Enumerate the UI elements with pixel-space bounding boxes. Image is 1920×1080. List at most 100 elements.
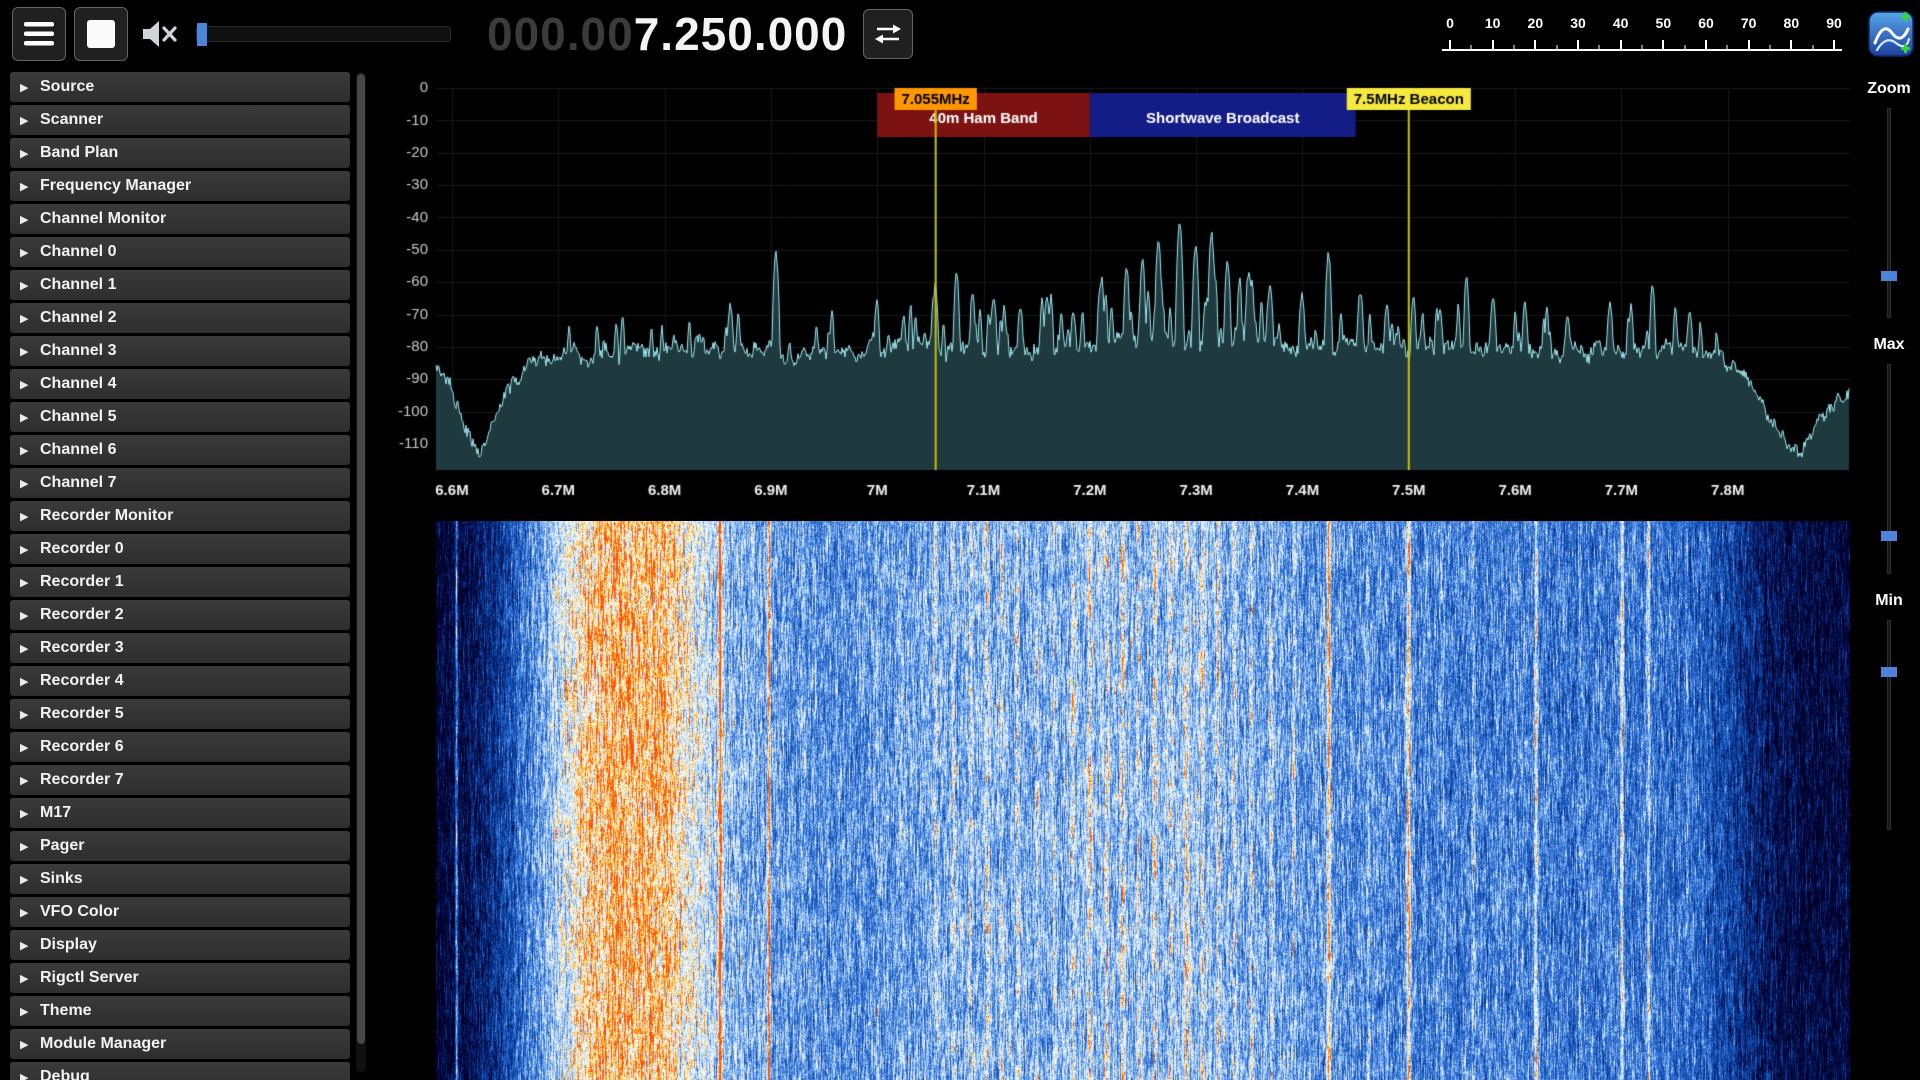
hamburger-menu-icon: [24, 21, 54, 47]
sidebar-item-label: Channel 4: [40, 375, 116, 393]
sidebar-item-channel-6[interactable]: ▶Channel 6: [10, 435, 350, 465]
min-slider-handle[interactable]: [1881, 667, 1897, 677]
sidebar-item-recorder-0[interactable]: ▶Recorder 0: [10, 534, 350, 564]
sidebar-item-label: Recorder 4: [40, 672, 124, 690]
snr-meter-tick-label: 10: [1485, 15, 1501, 31]
max-slider-handle[interactable]: [1881, 531, 1897, 541]
sidebar-item-channel-monitor[interactable]: ▶Channel Monitor: [10, 204, 350, 234]
sidebar-item-label: Channel 1: [40, 276, 116, 294]
chevron-right-icon: ▶: [20, 741, 40, 754]
snr-meter-tick-label: 20: [1528, 15, 1544, 31]
chevron-right-icon: ▶: [20, 510, 40, 523]
sidebar-item-channel-4[interactable]: ▶Channel 4: [10, 369, 350, 399]
sidebar-item-pager[interactable]: ▶Pager: [10, 831, 350, 861]
menu-button[interactable]: [12, 7, 66, 61]
sidebar-item-channel-1[interactable]: ▶Channel 1: [10, 270, 350, 300]
waterfall[interactable]: [372, 521, 1858, 1080]
sidebar-item-display[interactable]: ▶Display: [10, 930, 350, 960]
sidebar-scrollbar[interactable]: [356, 72, 366, 1072]
min-label: Min: [1858, 592, 1920, 610]
sidebar-item-label: M17: [40, 804, 71, 822]
frequency-dim-digits: 000.00: [487, 8, 634, 60]
chevron-right-icon: ▶: [20, 675, 40, 688]
frequency-display[interactable]: 000.007.250.000: [487, 7, 847, 61]
chevron-right-icon: ▶: [20, 774, 40, 787]
sidebar-item-label: Frequency Manager: [40, 177, 191, 195]
chevron-right-icon: ▶: [20, 312, 40, 325]
sidebar-item-m17[interactable]: ▶M17: [10, 798, 350, 828]
sidebar-item-channel-7[interactable]: ▶Channel 7: [10, 468, 350, 498]
sidebar-item-label: Debug: [40, 1068, 90, 1080]
zoom-slider[interactable]: [1887, 108, 1891, 318]
sidebar-item-recorder-2[interactable]: ▶Recorder 2: [10, 600, 350, 630]
sidebar-item-rigctl-server[interactable]: ▶Rigctl Server: [10, 963, 350, 993]
sidebar-item-channel-2[interactable]: ▶Channel 2: [10, 303, 350, 333]
main-display: [372, 68, 1858, 1080]
sidebar-item-frequency-manager[interactable]: ▶Frequency Manager: [10, 171, 350, 201]
sidebar-item-label: Recorder 0: [40, 540, 124, 558]
tuning-mode-button[interactable]: [863, 9, 913, 59]
sidebar-item-recorder-monitor[interactable]: ▶Recorder Monitor: [10, 501, 350, 531]
snr-meter-tick-label: 80: [1784, 15, 1800, 31]
chevron-right-icon: ▶: [20, 246, 40, 259]
sidebar-item-channel-0[interactable]: ▶Channel 0: [10, 237, 350, 267]
zoom-slider-handle[interactable]: [1881, 271, 1897, 281]
sidebar-item-vfo-color[interactable]: ▶VFO Color: [10, 897, 350, 927]
chevron-right-icon: ▶: [20, 906, 40, 919]
chevron-right-icon: ▶: [20, 609, 40, 622]
volume-slider-handle[interactable]: [197, 23, 207, 46]
muted-speaker-icon: [141, 18, 179, 50]
sidebar-item-debug[interactable]: ▶Debug: [10, 1062, 350, 1080]
chevron-right-icon: ▶: [20, 477, 40, 490]
sidebar-item-label: Channel Monitor: [40, 210, 166, 228]
sidebar-item-label: Channel 3: [40, 342, 116, 360]
snr-meter-tick-label: 30: [1570, 15, 1586, 31]
sidebar-item-label: Rigctl Server: [40, 969, 139, 987]
mute-button[interactable]: [136, 7, 184, 61]
chevron-right-icon: ▶: [20, 180, 40, 193]
sidebar-item-band-plan[interactable]: ▶Band Plan: [10, 138, 350, 168]
sidebar-item-label: Channel 0: [40, 243, 116, 261]
sidebar-item-recorder-5[interactable]: ▶Recorder 5: [10, 699, 350, 729]
sidebar-item-recorder-4[interactable]: ▶Recorder 4: [10, 666, 350, 696]
snr-meter-tick-label: 70: [1741, 15, 1757, 31]
snr-meter-baseline: [1442, 49, 1842, 51]
sidebar-item-recorder-6[interactable]: ▶Recorder 6: [10, 732, 350, 762]
chevron-right-icon: ▶: [20, 1038, 40, 1051]
swap-arrows-icon: [874, 21, 902, 47]
chevron-right-icon: ▶: [20, 642, 40, 655]
sidebar-item-label: Recorder Monitor: [40, 507, 173, 525]
sidebar-item-label: Band Plan: [40, 144, 118, 162]
sidebar-item-sinks[interactable]: ▶Sinks: [10, 864, 350, 894]
chevron-right-icon: ▶: [20, 708, 40, 721]
sidebar-item-label: Pager: [40, 837, 84, 855]
sidebar-item-scanner[interactable]: ▶Scanner: [10, 105, 350, 135]
max-slider[interactable]: [1887, 364, 1891, 574]
sidebar-item-module-manager[interactable]: ▶Module Manager: [10, 1029, 350, 1059]
sidebar-item-label: Channel 2: [40, 309, 116, 327]
sidebar-item-label: Sinks: [40, 870, 83, 888]
snr-meter-tick-label: 0: [1446, 15, 1454, 31]
sidebar-item-label: Theme: [40, 1002, 92, 1020]
sidebar-item-label: Channel 7: [40, 474, 116, 492]
sidebar-item-source[interactable]: ▶Source: [10, 72, 350, 102]
sidebar-item-recorder-3[interactable]: ▶Recorder 3: [10, 633, 350, 663]
sidebar-item-channel-5[interactable]: ▶Channel 5: [10, 402, 350, 432]
snr-meter-tick-label: 60: [1698, 15, 1714, 31]
chevron-right-icon: ▶: [20, 378, 40, 391]
sidebar-scrollbar-thumb[interactable]: [357, 74, 365, 1044]
sidebar-item-label: Module Manager: [40, 1035, 166, 1053]
sidebar-item-recorder-1[interactable]: ▶Recorder 1: [10, 567, 350, 597]
min-slider[interactable]: [1887, 620, 1891, 830]
sidebar-item-theme[interactable]: ▶Theme: [10, 996, 350, 1026]
stop-button[interactable]: [74, 7, 128, 61]
sidebar-item-recorder-7[interactable]: ▶Recorder 7: [10, 765, 350, 795]
sidebar-item-label: Scanner: [40, 111, 103, 129]
sidebar-item-label: Source: [40, 78, 94, 96]
chevron-right-icon: ▶: [20, 873, 40, 886]
volume-slider[interactable]: [196, 26, 451, 42]
fft-spectrum[interactable]: [372, 68, 1858, 513]
sidebar-item-channel-3[interactable]: ▶Channel 3: [10, 336, 350, 366]
frequency-active-digits: 7.250.000: [634, 8, 848, 60]
zoom-label: Zoom: [1858, 80, 1920, 98]
